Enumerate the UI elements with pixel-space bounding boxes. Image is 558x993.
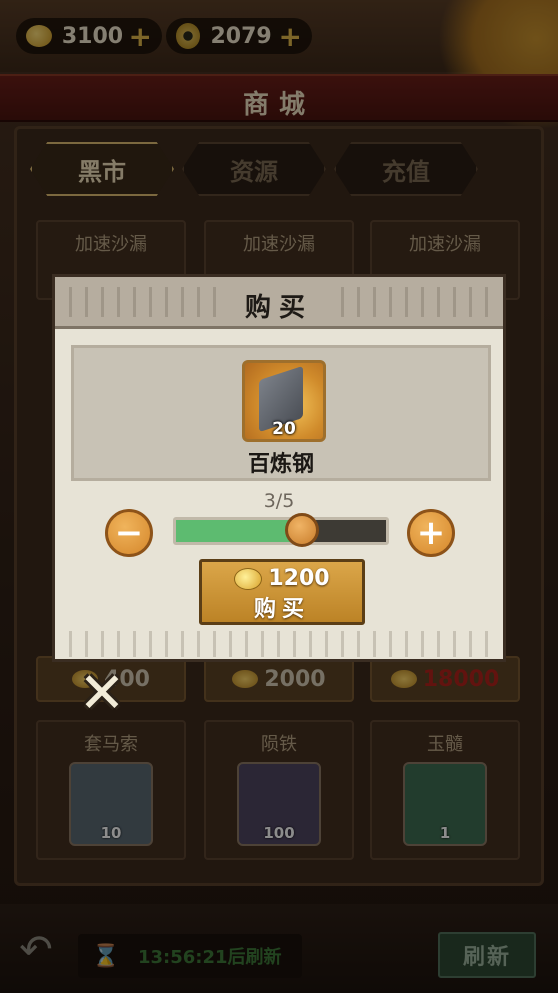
item-name: 百炼钢: [247, 452, 314, 477]
item-preview-panel: 20 百炼钢: [71, 345, 491, 481]
increase-button[interactable]: +: [407, 509, 455, 557]
purchase-dialog: 购买 20 百炼钢 3/5 − + 1200 购买: [52, 274, 506, 662]
gold-ingot-icon: [234, 567, 263, 590]
steel-ingot-icon: 20: [242, 360, 326, 442]
decrease-button[interactable]: −: [105, 509, 153, 557]
buy-button[interactable]: 1200 购买: [199, 559, 365, 625]
buy-price-row: 1200: [202, 566, 362, 591]
close-x-icon[interactable]: ✕: [76, 666, 128, 722]
dialog-title: 购买: [244, 293, 313, 323]
slider-handle[interactable]: [285, 513, 319, 547]
quantity-slider[interactable]: [173, 513, 389, 547]
meander-pattern-decoration: [63, 631, 495, 657]
item-quantity: 20: [272, 419, 296, 439]
slider-fill: [176, 520, 302, 542]
dialog-header: 购买: [55, 277, 503, 329]
buy-label: 购买: [253, 597, 310, 622]
buy-price: 1200: [268, 566, 330, 591]
